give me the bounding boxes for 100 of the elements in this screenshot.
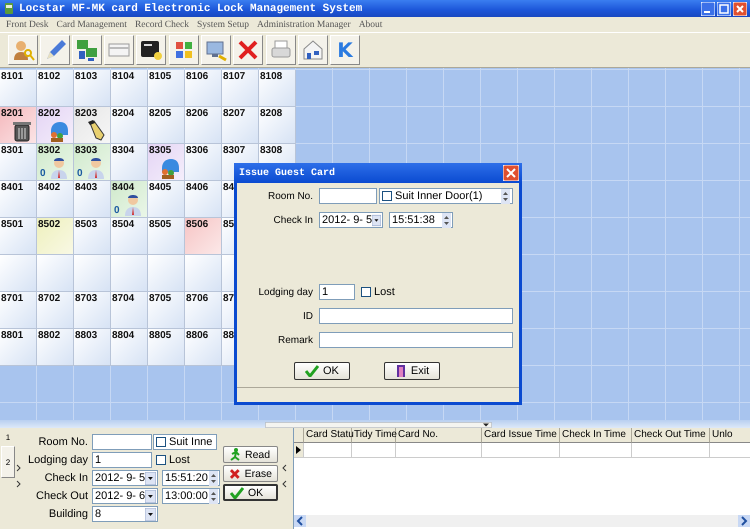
room-number-field[interactable]	[92, 434, 152, 450]
lost-checkbox[interactable]: Lost	[361, 286, 395, 298]
dropdown-icon[interactable]	[145, 472, 156, 484]
splitter-handle[interactable]	[265, 422, 492, 428]
room-cell[interactable]	[185, 255, 222, 292]
toolbar-button[interactable]	[136, 35, 166, 65]
close-icon[interactable]	[733, 2, 747, 16]
menu-item[interactable]: Front Desk	[2, 20, 52, 30]
room-cell[interactable]: 8503	[74, 218, 111, 255]
building-dropdown[interactable]: 8	[92, 506, 158, 522]
dropdown-icon[interactable]	[372, 214, 381, 226]
room-cell[interactable]: 8203	[74, 107, 111, 144]
room-cell[interactable]: 8301	[0, 144, 37, 181]
room-cell[interactable]: 8208	[259, 107, 296, 144]
room-cell[interactable]: 8404 0	[111, 181, 148, 218]
room-cell[interactable]: 8803	[74, 329, 111, 366]
room-cell[interactable]: 8405	[148, 181, 185, 218]
room-cell[interactable]: 8805	[148, 329, 185, 366]
checkbox[interactable]	[361, 287, 371, 297]
room-cell[interactable]: 8305	[148, 144, 185, 181]
room-cell[interactable]: 8403	[74, 181, 111, 218]
room-cell[interactable]: 8206	[185, 107, 222, 144]
close-icon[interactable]	[503, 165, 519, 181]
scroll-right-icon[interactable]	[738, 515, 750, 527]
room-cell[interactable]: 8506	[185, 218, 222, 255]
room-cell[interactable]: 8107	[222, 70, 259, 107]
menu-item[interactable]: Administration Manager	[253, 20, 355, 30]
suit-door-checkbox[interactable]: Suit Inne	[153, 434, 217, 450]
room-cell[interactable]: 8705	[148, 292, 185, 329]
room-cell[interactable]: 8207	[222, 107, 259, 144]
side-tab[interactable]: 2	[1, 446, 15, 478]
room-cell[interactable]: 8108	[259, 70, 296, 107]
column-header[interactable]: Unlo	[710, 428, 750, 443]
read-button[interactable]: Read	[223, 446, 278, 463]
dropdown-icon[interactable]	[145, 508, 156, 520]
room-cell[interactable]: 8706	[185, 292, 222, 329]
room-cell[interactable]: 8806	[185, 329, 222, 366]
room-cell[interactable]: 8802	[37, 329, 74, 366]
suit-door-checkbox[interactable]: Suit Inner Door(1)	[379, 188, 513, 204]
room-cell[interactable]: 8306	[185, 144, 222, 181]
column-header[interactable]: Card Issue Time	[482, 428, 560, 443]
room-number-field[interactable]	[319, 188, 377, 204]
menu-item[interactable]: About	[354, 20, 386, 30]
room-cell[interactable]: 8102	[37, 70, 74, 107]
room-cell[interactable]: 8502	[37, 218, 74, 255]
erase-button[interactable]: Erase	[223, 465, 278, 482]
spinner-icon[interactable]	[209, 488, 218, 504]
column-header[interactable]: Tidy Time	[352, 428, 396, 443]
id-field[interactable]	[319, 308, 513, 324]
room-cell[interactable]	[74, 255, 111, 292]
room-cell[interactable]: 8103	[74, 70, 111, 107]
spinner-icon[interactable]	[209, 470, 218, 486]
room-cell[interactable]: 8202	[37, 107, 74, 144]
maximize-icon[interactable]	[717, 2, 731, 16]
spinner-icon[interactable]	[442, 212, 451, 228]
time-field[interactable]: 13:00:00	[162, 488, 220, 504]
time-field[interactable]: 15:51:38	[389, 212, 453, 228]
room-cell[interactable]: 8101	[0, 70, 37, 107]
lost-checkbox[interactable]: Lost	[156, 454, 190, 466]
room-cell[interactable]	[37, 255, 74, 292]
room-cell[interactable]: 8402	[37, 181, 74, 218]
room-cell[interactable]: 8401	[0, 181, 37, 218]
room-cell[interactable]: 8703	[74, 292, 111, 329]
room-cell[interactable]: 8701	[0, 292, 37, 329]
side-tab[interactable]: 1	[1, 432, 15, 443]
menu-item[interactable]: System Setup	[193, 20, 254, 30]
remark-field[interactable]	[319, 332, 513, 348]
time-field[interactable]: 15:51:20	[162, 470, 220, 486]
room-cell[interactable]: 8304	[111, 144, 148, 181]
room-cell[interactable]	[111, 255, 148, 292]
room-cell[interactable]: 8104	[111, 70, 148, 107]
lodging-day-field[interactable]: 1	[92, 452, 152, 468]
menu-item[interactable]: Card Management	[52, 20, 131, 30]
scroll-left-icon[interactable]	[294, 515, 306, 527]
column-header[interactable]: Card Statu	[304, 428, 352, 443]
date-picker[interactable]: 2012- 9- 5	[319, 212, 383, 228]
room-cell[interactable]: 8303 0	[74, 144, 111, 181]
room-cell[interactable]: 8501	[0, 218, 37, 255]
room-cell[interactable]: 8201	[0, 107, 37, 144]
ok-button[interactable]: OK	[223, 484, 278, 501]
column-header[interactable]: Check Out Time	[632, 428, 710, 443]
room-cell[interactable]: 8406	[185, 181, 222, 218]
date-picker[interactable]: 2012- 9- 6	[92, 488, 158, 504]
exit-button[interactable]: Exit	[384, 362, 440, 380]
room-cell[interactable]: 8801	[0, 329, 37, 366]
date-picker[interactable]: 2012- 9- 5	[92, 470, 158, 486]
horizontal-scrollbar[interactable]	[294, 515, 750, 527]
room-cell[interactable]: 8505	[148, 218, 185, 255]
room-cell[interactable]: 8804	[111, 329, 148, 366]
column-header[interactable]: Card No.	[396, 428, 482, 443]
room-cell[interactable]: 8704	[111, 292, 148, 329]
room-cell[interactable]	[0, 255, 37, 292]
ok-button[interactable]: OK	[294, 362, 350, 380]
column-header[interactable]: Check In Time	[560, 428, 632, 443]
spinner-icon[interactable]	[501, 188, 510, 204]
room-cell[interactable]: 8106	[185, 70, 222, 107]
checkbox[interactable]	[156, 455, 166, 465]
room-cell[interactable]: 8504	[111, 218, 148, 255]
room-cell[interactable]: 8205	[148, 107, 185, 144]
lodging-day-field[interactable]: 1	[319, 284, 355, 300]
